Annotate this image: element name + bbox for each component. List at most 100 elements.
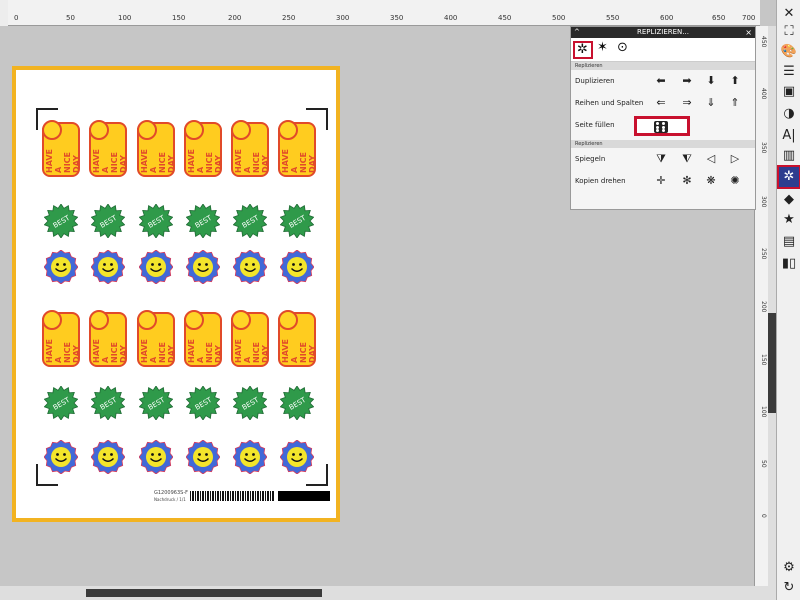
sticker-seal[interactable]: BEST: [233, 386, 267, 420]
contrast-icon[interactable]: ◑: [779, 104, 799, 124]
smiley-head: [89, 120, 109, 140]
sticker-seal[interactable]: BEST: [44, 386, 78, 420]
rows-right-icon[interactable]: ⇒: [679, 96, 695, 110]
sticker-sun[interactable]: [139, 440, 173, 474]
columns-up-icon[interactable]: ⇑: [727, 96, 743, 110]
ruler-label: 200: [228, 14, 242, 22]
page-icon[interactable]: ▤: [779, 232, 799, 252]
tab-replicate[interactable]: ✲: [573, 41, 593, 59]
sticker-sun[interactable]: [91, 250, 125, 284]
sticker-badge[interactable]: HAVE A NICE DAY: [137, 310, 176, 367]
text-icon[interactable]: A|: [779, 126, 799, 146]
sticker-sun[interactable]: [44, 440, 78, 474]
ruler-label: 150: [172, 14, 186, 22]
mirror-up-icon[interactable]: ⧨: [679, 152, 695, 166]
ruler-label: 250: [760, 248, 767, 260]
sticker-badge[interactable]: HAVE A NICE DAY: [231, 310, 270, 367]
barcode-icon[interactable]: ▮▯: [779, 254, 799, 274]
smiley-head: [278, 310, 298, 330]
rotate-2-icon[interactable]: ✛: [653, 174, 669, 188]
sticker-sun[interactable]: [186, 250, 220, 284]
sticker-sun[interactable]: [280, 250, 314, 284]
tab-rotate-replicate[interactable]: ⊙: [615, 40, 635, 59]
ruler-label: 150: [760, 354, 767, 366]
sticker-sun[interactable]: [280, 440, 314, 474]
row-duplicate: Duplizieren ⬅ ➡ ⬇ ⬆: [571, 70, 755, 92]
fill-page-button[interactable]: [634, 116, 690, 136]
section-header: Replizieren: [571, 62, 755, 70]
palette-icon[interactable]: 🎨: [779, 42, 799, 62]
collapse-icon[interactable]: ^: [574, 27, 580, 38]
sticker-badge[interactable]: HAVE A NICE DAY: [89, 120, 128, 177]
sticker-badge[interactable]: HAVE A NICE DAY: [231, 120, 270, 177]
rotate-3-icon[interactable]: ✻: [679, 174, 695, 188]
sticker-badge[interactable]: HAVE A NICE DAY: [42, 310, 81, 367]
replicate-tool-icon[interactable]: ✲: [777, 165, 800, 189]
sticker-sun[interactable]: [44, 250, 78, 284]
sticker-seal[interactable]: BEST: [186, 386, 220, 420]
horizontal-scrollbar[interactable]: [0, 586, 776, 600]
fullscreen-icon[interactable]: ⛶: [779, 22, 799, 42]
layers-icon[interactable]: ▣: [779, 82, 799, 102]
sticker-seal[interactable]: BEST: [280, 204, 314, 238]
sticker-sun[interactable]: [186, 440, 220, 474]
sticker-badge[interactable]: HAVE A NICE DAY: [278, 120, 317, 177]
sticker-seal[interactable]: BEST: [91, 204, 125, 238]
ruler-label: 350: [390, 14, 404, 22]
rows-left-icon[interactable]: ⇐: [653, 96, 669, 110]
duplicate-down-icon[interactable]: ⬇: [703, 74, 719, 88]
sticker-badge[interactable]: HAVE A NICE DAY: [42, 120, 81, 177]
sticker-seal[interactable]: BEST: [186, 204, 220, 238]
settings-icon[interactable]: ⚙: [779, 558, 799, 578]
close-icon[interactable]: ×: [745, 27, 752, 38]
badge-text: HAVE A NICE DAY: [234, 149, 270, 173]
row-mirror: Spiegeln ⧩ ⧨ ◁ ▷: [571, 148, 755, 170]
sticker-sun[interactable]: [139, 250, 173, 284]
badge-text: HAVE A NICE DAY: [187, 339, 223, 363]
columns-down-icon[interactable]: ⇓: [703, 96, 719, 110]
sticker-seal[interactable]: BEST: [91, 386, 125, 420]
scroll-thumb[interactable]: [86, 589, 322, 597]
sticker-seal[interactable]: BEST: [139, 204, 173, 238]
lines-icon[interactable]: ☰: [779, 62, 799, 82]
design-page[interactable]: HAVE A NICE DAY BEST HAVE A NICE DAY BEST HA…: [12, 66, 340, 522]
sticker-seal[interactable]: BEST: [280, 386, 314, 420]
align-icon[interactable]: ▥: [779, 146, 799, 166]
fill-icon[interactable]: ◆: [779, 190, 799, 210]
vertical-scrollbar[interactable]: [768, 26, 776, 586]
refresh-icon[interactable]: ↻: [779, 578, 799, 598]
ruler-label: 650: [712, 14, 726, 22]
row-rows-columns: Reihen und Spalten ⇐ ⇒ ⇓ ⇑: [571, 92, 755, 114]
sticker-sun[interactable]: [233, 440, 267, 474]
sticker-sun[interactable]: [91, 440, 125, 474]
mirror-right-icon[interactable]: ▷: [727, 152, 743, 166]
mirror-down-icon[interactable]: ⧩: [653, 152, 669, 166]
mirror-left-icon[interactable]: ◁: [703, 152, 719, 166]
badge-text: HAVE A NICE DAY: [187, 149, 223, 173]
ruler-label: 400: [760, 88, 767, 100]
rotate-4-icon[interactable]: ❋: [703, 174, 719, 188]
star-icon[interactable]: ★: [779, 210, 799, 230]
sticker-badge[interactable]: HAVE A NICE DAY: [184, 120, 223, 177]
sticker-sun[interactable]: [233, 250, 267, 284]
sticker-seal[interactable]: BEST: [233, 204, 267, 238]
sticker-badge[interactable]: HAVE A NICE DAY: [137, 120, 176, 177]
sticker-badge[interactable]: HAVE A NICE DAY: [89, 310, 128, 367]
row-label: Seite füllen: [575, 121, 615, 129]
sticker-seal[interactable]: BEST: [139, 386, 173, 420]
tab-magic-replicate[interactable]: ✶: [595, 40, 615, 59]
badge-text: HAVE A NICE DAY: [140, 339, 176, 363]
sticker-badge[interactable]: HAVE A NICE DAY: [184, 310, 223, 367]
sticker-badge[interactable]: HAVE A NICE DAY: [278, 310, 317, 367]
rotate-many-icon[interactable]: ✺: [727, 174, 743, 188]
barcode: [190, 491, 274, 501]
close-panel-icon[interactable]: ✕: [779, 4, 799, 24]
scroll-thumb[interactable]: [768, 313, 776, 413]
ruler-label: 450: [760, 36, 767, 48]
right-ruler: 450 400 350 300 250 200 150 100 50 0: [754, 26, 768, 586]
row-rotate-copies: Kopien drehen ✛ ✻ ❋ ✺: [571, 170, 755, 192]
sticker-seal[interactable]: BEST: [44, 204, 78, 238]
duplicate-left-icon[interactable]: ⬅: [653, 74, 669, 88]
duplicate-right-icon[interactable]: ➡: [679, 74, 695, 88]
duplicate-up-icon[interactable]: ⬆: [727, 74, 743, 88]
